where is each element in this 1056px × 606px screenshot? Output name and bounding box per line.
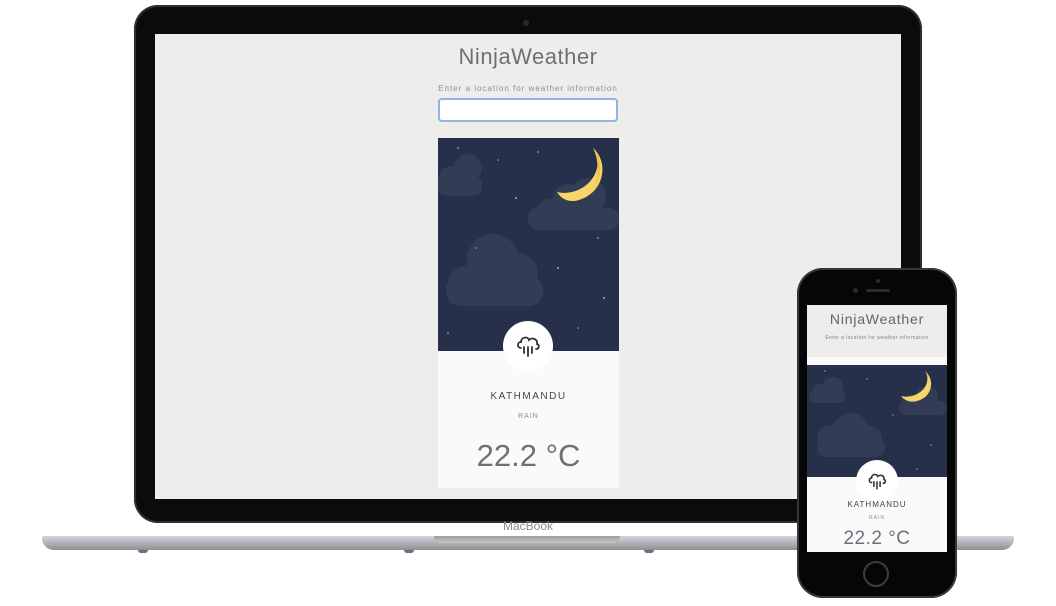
rain-cloud-icon xyxy=(868,473,887,490)
iphone-sensor xyxy=(876,279,880,283)
weather-icon-badge xyxy=(856,460,898,502)
macbook-foot xyxy=(404,550,414,553)
weather-card: KATHMANDU RAIN 22.2 °C xyxy=(438,138,619,488)
crescent-moon-icon xyxy=(901,371,932,402)
iphone-home-button[interactable] xyxy=(863,561,889,587)
crescent-moon-icon xyxy=(557,148,603,202)
iphone-screen: NinjaWeather Enter a location for weathe… xyxy=(807,305,947,552)
city-name: KATHMANDU xyxy=(490,391,567,402)
night-sky-scene xyxy=(438,138,619,351)
macbook-camera xyxy=(523,20,529,26)
city-name: KATHMANDU xyxy=(847,500,907,509)
macbook-screen: NinjaWeather Enter a location for weathe… xyxy=(155,34,901,499)
macbook-hinge-notch xyxy=(434,536,620,543)
iphone-speaker xyxy=(866,289,890,292)
temperature-value: 22.2 °C xyxy=(843,528,911,549)
app-title: NinjaWeather xyxy=(458,44,598,69)
macbook-foot xyxy=(644,550,654,553)
app-title: NinjaWeather xyxy=(829,311,925,327)
location-prompt: Enter a location for weather information xyxy=(438,84,618,93)
macbook-foot xyxy=(138,550,148,553)
location-prompt: Enter a location for weather information xyxy=(825,335,929,341)
weather-icon-badge xyxy=(503,321,553,371)
weather-condition: RAIN xyxy=(869,515,885,521)
weather-card: KATHMANDU RAIN 22.2 °C xyxy=(807,357,947,552)
weather-condition: RAIN xyxy=(518,413,539,420)
temperature-value: 22.2 °C xyxy=(476,438,581,473)
location-search-input[interactable] xyxy=(438,98,618,122)
iphone-camera xyxy=(853,288,858,293)
rain-cloud-icon xyxy=(517,336,540,357)
